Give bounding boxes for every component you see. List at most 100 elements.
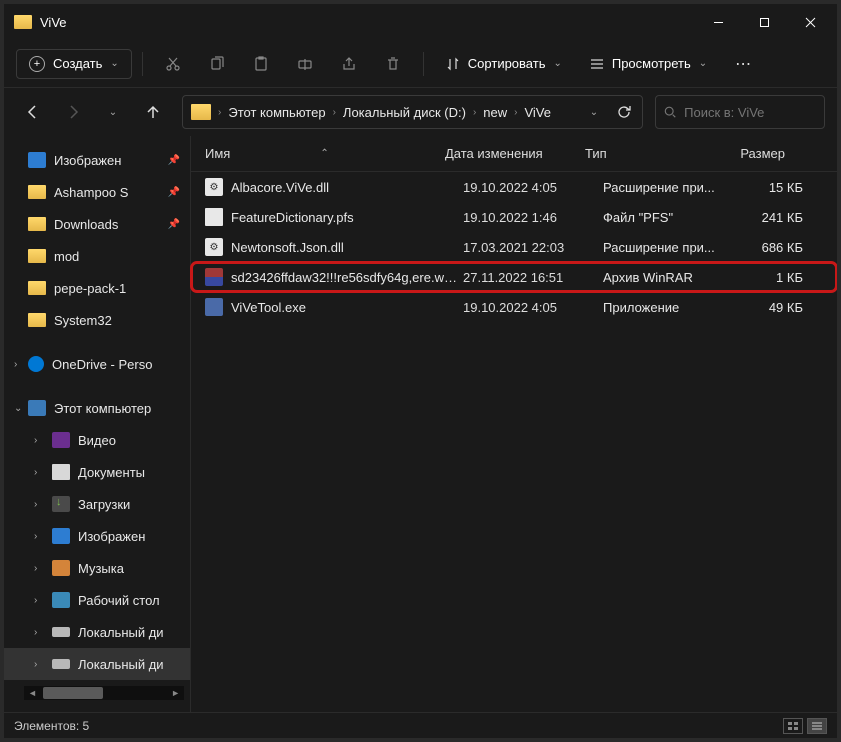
sidebar-item[interactable]: ›Изображен bbox=[4, 520, 190, 552]
music-icon bbox=[52, 560, 70, 576]
maximize-button[interactable] bbox=[741, 6, 787, 38]
sidebar-item[interactable]: Изображен📌 bbox=[4, 144, 190, 176]
breadcrumb-item[interactable]: new bbox=[479, 105, 511, 120]
new-button[interactable]: + Создать ⌄ bbox=[16, 49, 132, 79]
close-button[interactable] bbox=[787, 6, 833, 38]
sidebar-item[interactable]: System32 bbox=[4, 304, 190, 336]
sidebar-label: OneDrive - Perso bbox=[52, 357, 152, 372]
chevron-icon: › bbox=[34, 435, 44, 446]
sidebar-label: System32 bbox=[54, 313, 112, 328]
delete-button[interactable] bbox=[373, 46, 413, 82]
sidebar-item[interactable]: ›Музыка bbox=[4, 552, 190, 584]
window-title: ViVe bbox=[40, 15, 695, 30]
scroll-thumb[interactable] bbox=[43, 687, 103, 699]
folder-icon bbox=[28, 313, 46, 327]
explorer-window: ViVe + Создать ⌄ Сортировать ⌄ Просмотре… bbox=[0, 0, 841, 742]
file-date: 19.10.2022 4:05 bbox=[463, 180, 603, 195]
scroll-right-icon[interactable]: ► bbox=[167, 688, 184, 698]
sidebar-item[interactable]: mod bbox=[4, 240, 190, 272]
file-date: 27.11.2022 16:51 bbox=[463, 270, 603, 285]
copy-button[interactable] bbox=[197, 46, 237, 82]
refresh-button[interactable] bbox=[610, 95, 638, 129]
sidebar-item[interactable]: Ashampoo S📌 bbox=[4, 176, 190, 208]
sort-button[interactable]: Сортировать ⌄ bbox=[434, 50, 574, 77]
file-type: Архив WinRAR bbox=[603, 270, 733, 285]
chevron-icon: › bbox=[34, 499, 44, 510]
file-row[interactable]: Albacore.ViVe.dll19.10.2022 4:05Расширен… bbox=[191, 172, 837, 202]
sidebar-label: Видео bbox=[78, 433, 116, 448]
file-row[interactable]: FeatureDictionary.pfs19.10.2022 1:46Файл… bbox=[191, 202, 837, 232]
sidebar: Изображен📌Ashampoo S📌Downloads📌modpepe-p… bbox=[4, 136, 190, 712]
sidebar-scrollbar[interactable]: ◄ ► bbox=[24, 686, 184, 700]
view-button[interactable]: Просмотреть ⌄ bbox=[578, 50, 719, 77]
breadcrumb-item[interactable]: Локальный диск (D:) bbox=[339, 105, 470, 120]
col-name[interactable]: Имя⌃ bbox=[205, 146, 445, 161]
sidebar-label: Музыка bbox=[78, 561, 124, 576]
sidebar-label: pepe-pack-1 bbox=[54, 281, 126, 296]
file-icon bbox=[205, 298, 223, 316]
view-label: Просмотреть bbox=[612, 56, 691, 71]
chevron-right-icon: › bbox=[513, 107, 518, 118]
file-size: 1 КБ bbox=[733, 270, 803, 285]
file-type: Приложение bbox=[603, 300, 733, 315]
chevron-right-icon: › bbox=[217, 107, 222, 118]
sidebar-item[interactable]: pepe-pack-1 bbox=[4, 272, 190, 304]
sidebar-item[interactable]: Downloads📌 bbox=[4, 208, 190, 240]
breadcrumb-item[interactable]: ViVe bbox=[520, 105, 555, 120]
file-row[interactable]: sd23426ffdaw32!!!re56sdfy64g,ere.we55.ra… bbox=[191, 262, 837, 292]
sidebar-item[interactable]: › OneDrive - Perso bbox=[4, 348, 190, 380]
more-button[interactable]: ⋯ bbox=[723, 46, 763, 82]
sidebar-item[interactable]: ›Загрузки bbox=[4, 488, 190, 520]
search-box[interactable] bbox=[655, 95, 825, 129]
sidebar-item[interactable]: ›Локальный ди bbox=[4, 648, 190, 680]
sidebar-label: Изображен bbox=[54, 153, 121, 168]
column-headers: Имя⌃ Дата изменения Тип Размер bbox=[191, 136, 837, 172]
up-button[interactable] bbox=[136, 95, 170, 129]
file-size: 15 КБ bbox=[733, 180, 803, 195]
status-text: Элементов: 5 bbox=[14, 719, 89, 733]
view-icon bbox=[590, 57, 604, 71]
breadcrumb-item[interactable]: Этот компьютер bbox=[224, 105, 329, 120]
sidebar-item[interactable]: ›Документы bbox=[4, 456, 190, 488]
pin-icon: 📌 bbox=[168, 219, 180, 230]
rename-button[interactable] bbox=[285, 46, 325, 82]
history-button[interactable]: ⌄ bbox=[580, 95, 608, 129]
col-size[interactable]: Размер bbox=[715, 146, 785, 161]
share-button[interactable] bbox=[329, 46, 369, 82]
sidebar-label: Этот компьютер bbox=[54, 401, 151, 416]
file-row[interactable]: ViVeTool.exe19.10.2022 4:05Приложение49 … bbox=[191, 292, 837, 322]
sidebar-item[interactable]: ›Локальный ди bbox=[4, 616, 190, 648]
view-details-button[interactable] bbox=[807, 718, 827, 734]
paste-button[interactable] bbox=[241, 46, 281, 82]
col-type[interactable]: Тип bbox=[585, 146, 715, 161]
cut-button[interactable] bbox=[153, 46, 193, 82]
file-type: Расширение при... bbox=[603, 240, 733, 255]
new-label: Создать bbox=[53, 56, 102, 71]
forward-button[interactable] bbox=[56, 95, 90, 129]
file-size: 241 КБ bbox=[733, 210, 803, 225]
content: Изображен📌Ashampoo S📌Downloads📌modpepe-p… bbox=[4, 136, 837, 712]
sort-asc-icon: ⌃ bbox=[320, 148, 328, 159]
file-name: sd23426ffdaw32!!!re56sdfy64g,ere.we55.ra… bbox=[231, 270, 463, 285]
file-icon bbox=[205, 238, 223, 256]
sidebar-item[interactable]: › Видео bbox=[4, 424, 190, 456]
breadcrumb[interactable]: › Этот компьютер › Локальный диск (D:) ›… bbox=[182, 95, 643, 129]
recent-button[interactable]: ⌄ bbox=[96, 95, 130, 129]
col-date[interactable]: Дата изменения bbox=[445, 146, 585, 161]
sidebar-item[interactable]: ›Рабочий стол bbox=[4, 584, 190, 616]
chevron-down-icon: ⌄ bbox=[553, 58, 561, 69]
video-icon bbox=[52, 432, 70, 448]
back-button[interactable] bbox=[16, 95, 50, 129]
chevron-icon: › bbox=[14, 359, 24, 370]
view-thumbnails-button[interactable] bbox=[783, 718, 803, 734]
file-list: Имя⌃ Дата изменения Тип Размер Albacore.… bbox=[190, 136, 837, 712]
search-input[interactable] bbox=[684, 105, 816, 120]
minimize-button[interactable] bbox=[695, 6, 741, 38]
file-row[interactable]: Newtonsoft.Json.dll17.03.2021 22:03Расши… bbox=[191, 232, 837, 262]
chevron-icon: › bbox=[34, 531, 44, 542]
scroll-left-icon[interactable]: ◄ bbox=[24, 688, 41, 698]
drive-icon bbox=[52, 659, 70, 669]
file-size: 686 КБ bbox=[733, 240, 803, 255]
separator bbox=[423, 52, 424, 76]
sidebar-item[interactable]: ⌄Этот компьютер bbox=[4, 392, 190, 424]
